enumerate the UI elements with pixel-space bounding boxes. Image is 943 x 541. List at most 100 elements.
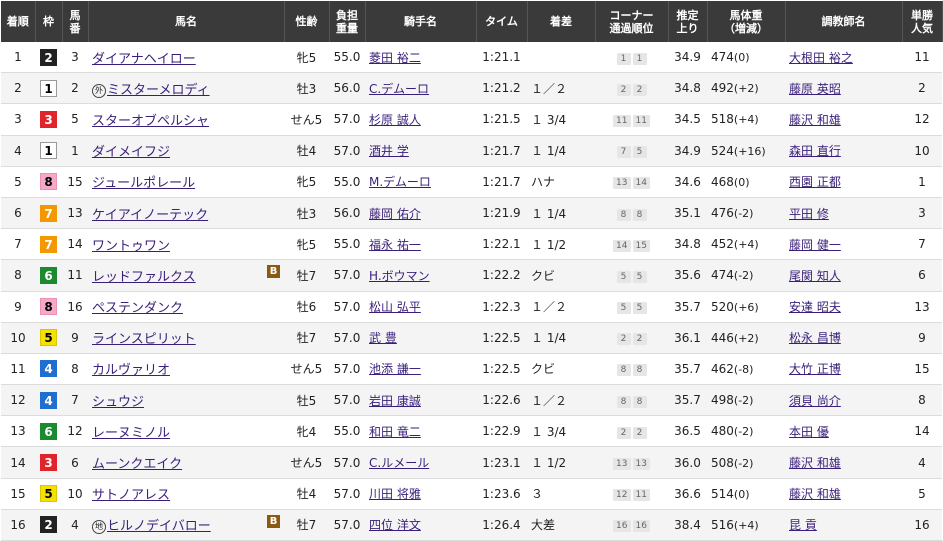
corner-position-3: 12 — [613, 489, 631, 502]
horse-number-cell: 11 — [62, 259, 88, 292]
horse-name-link[interactable]: カルヴァリオ — [92, 363, 170, 378]
horse-name-cell: ラインスピリット — [88, 322, 284, 354]
trainer-link[interactable]: 昆 貢 — [789, 518, 817, 532]
header-sex-age: 性齢 — [284, 1, 330, 42]
jockey-link[interactable]: 四位 洋文 — [369, 518, 421, 532]
time-cell: 1:22.9 — [476, 415, 527, 448]
rank-cell: 4 — [1, 135, 35, 167]
horse-name-link[interactable]: レーヌミノル — [92, 426, 170, 441]
rank-cell: 2 — [1, 72, 35, 105]
horse-name-link[interactable]: ダイメイフジ — [92, 145, 170, 160]
trainer-link[interactable]: 須貝 尚介 — [789, 394, 841, 408]
jockey-link[interactable]: 武 豊 — [369, 331, 397, 345]
corner-cell: 22 — [595, 415, 668, 448]
trainer-link[interactable]: 西園 正都 — [789, 175, 841, 189]
horse-name-cell: 外ミスターメロディ — [88, 72, 284, 105]
horse-name-link[interactable]: ケイアイノーテック — [92, 208, 208, 223]
horse-name-link[interactable]: ラインスピリット — [92, 332, 196, 347]
trainer-cell: 須貝 尚介 — [785, 384, 902, 417]
horse-name-cell: レーヌミノル — [88, 415, 284, 448]
weight-cell: 57.0 — [329, 103, 365, 136]
body-weight-value: 524 — [711, 143, 734, 158]
trainer-link[interactable]: 平田 修 — [789, 207, 829, 221]
horse-name-link[interactable]: ペステンダンク — [92, 301, 183, 316]
trainer-link[interactable]: 尾関 知人 — [789, 269, 841, 283]
rank-cell: 5 — [1, 166, 35, 198]
jockey-cell: 和田 竜二 — [365, 415, 476, 448]
trainer-link[interactable]: 森田 直行 — [789, 144, 841, 158]
horse-name-link[interactable]: ミスターメロディ — [107, 83, 210, 98]
body-weight-change: (+16) — [733, 144, 766, 158]
body-weight-cell: 476(-2) — [707, 197, 785, 230]
trainer-link[interactable]: 藤沢 和雄 — [789, 113, 841, 127]
body-weight-value: 452 — [711, 237, 734, 252]
jockey-link[interactable]: 岩田 康誠 — [369, 394, 421, 408]
jockey-link[interactable]: M.デムーロ — [369, 175, 431, 189]
jockey-link[interactable]: H.ボウマン — [369, 269, 430, 283]
corner-position-4: 15 — [632, 239, 650, 252]
waku-cell: 2 — [35, 42, 62, 74]
rank-cell: 13 — [1, 415, 35, 448]
horse-name-link[interactable]: シュウジ — [92, 395, 144, 410]
jockey-link[interactable]: 川田 将雅 — [369, 487, 421, 501]
body-weight-change: (+2) — [733, 331, 759, 345]
jockey-link[interactable]: C.デムーロ — [369, 82, 429, 96]
horse-name-link[interactable]: ダイアナヘイロー — [92, 52, 196, 67]
horse-name-cell: ジュールポレール — [88, 166, 284, 198]
trainer-link[interactable]: 松永 昌博 — [789, 331, 841, 345]
sex-age-cell: 牝4 — [284, 415, 329, 448]
jockey-link[interactable]: 酒井 学 — [369, 144, 409, 158]
corner-position-4: 5 — [632, 302, 647, 315]
horse-number-cell: 5 — [62, 103, 88, 136]
popularity-cell: 9 — [902, 322, 942, 354]
trainer-link[interactable]: 安達 昭夫 — [789, 300, 841, 314]
corner-cell: 13 13 — [595, 446, 668, 479]
horse-name-link[interactable]: ムーンクエイク — [92, 457, 182, 472]
trainer-cell: 西園 正都 — [785, 166, 902, 198]
sex-age-cell: 牡7 — [284, 322, 329, 354]
margin-cell: １ 1/4 — [527, 197, 595, 230]
horse-name-link[interactable]: スターオブペルシャ — [92, 114, 209, 129]
trainer-link[interactable]: 大竹 正博 — [789, 362, 841, 376]
corner-position-4: 2 — [632, 426, 647, 439]
jockey-link[interactable]: 和田 竜二 — [369, 425, 421, 439]
trainer-link[interactable]: 藤沢 和雄 — [789, 487, 841, 501]
jockey-link[interactable]: C.ルメール — [369, 456, 429, 470]
trainer-link[interactable]: 藤沢 和雄 — [789, 456, 841, 470]
body-weight-cell: 474(-2) — [707, 259, 785, 292]
jockey-link[interactable]: 藤岡 佑介 — [369, 207, 421, 221]
margin-cell: １／２ — [527, 72, 595, 105]
time-cell: 1:23.6 — [476, 478, 527, 510]
trainer-link[interactable]: 大根田 裕之 — [789, 51, 853, 65]
trainer-link[interactable]: 本田 優 — [789, 425, 829, 439]
body-weight-value: 498 — [711, 393, 734, 408]
body-weight-change: (+4) — [733, 238, 759, 252]
corner-position-4: 2 — [632, 83, 647, 96]
trainer-link[interactable]: 藤原 英昭 — [789, 82, 841, 96]
corner-position-3: 13 — [613, 458, 631, 471]
corner-position-3: 14 — [613, 239, 631, 252]
trainer-link[interactable]: 藤岡 健一 — [789, 238, 841, 252]
horse-name-link[interactable]: ジュールポレール — [92, 176, 195, 191]
trainer-cell: 藤沢 和雄 — [785, 446, 902, 479]
body-weight-cell: 468(0) — [707, 166, 785, 198]
table-row: 11 4 8 カルヴァリオ せん5 57.0 池添 謙一 1:22.5 クビ 8 8 35.7 462(… — [1, 353, 942, 386]
time-cell: 1:26.4 — [476, 509, 527, 541]
jockey-link[interactable]: 杉原 誠人 — [369, 113, 421, 127]
margin-cell — [527, 42, 595, 74]
weight-cell: 57.0 — [329, 135, 365, 167]
jockey-link[interactable]: 福永 祐一 — [369, 238, 421, 252]
jockey-link[interactable]: 菱田 裕二 — [369, 51, 421, 65]
horse-name-link[interactable]: ヒルノデイバロー — [107, 519, 211, 534]
horse-name-link[interactable]: ワントゥワン — [92, 239, 170, 254]
horse-name-link[interactable]: レッドファルクス — [92, 270, 196, 285]
header-waku: 枠 — [35, 1, 63, 42]
table-row: 14 3 6 ムーンクエイク せん5 57.0 C.ルメール 1:23.1 １ 1/2 13 13 3… — [1, 446, 942, 479]
horse-name-link[interactable]: サトノアレス — [92, 488, 170, 503]
jockey-link[interactable]: 松山 弘平 — [369, 300, 421, 314]
body-weight-cell: 452(+4) — [707, 228, 785, 261]
body-weight-value: 516 — [711, 517, 734, 532]
header-popularity: 単勝 人気 — [902, 1, 943, 42]
jockey-link[interactable]: 池添 謙一 — [369, 362, 421, 376]
popularity-cell: 8 — [902, 384, 942, 417]
